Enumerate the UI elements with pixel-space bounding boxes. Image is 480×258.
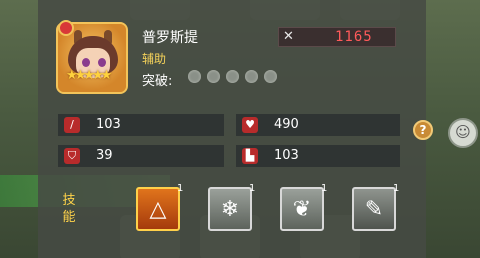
sword-icon: /	[64, 117, 80, 133]
side-menu-button[interactable]: ☺	[448, 118, 478, 148]
skill-slot-1[interactable]: △	[136, 187, 180, 231]
stat-defense: ⛉ 39	[58, 145, 224, 167]
skill-level: 1	[393, 183, 400, 194]
stat-attack: / 103	[58, 114, 224, 136]
shield-icon: ⛉	[64, 148, 80, 164]
breakthrough-dot	[245, 70, 258, 83]
star-rating: ★★★★★	[66, 68, 112, 83]
help-button[interactable]: ?	[413, 120, 433, 140]
snowflake-icon: ❄	[220, 196, 240, 222]
heart-icon: ♥	[242, 117, 258, 133]
feather-icon: ✎	[364, 196, 384, 222]
skill-level: 1	[249, 183, 256, 194]
skill-slot-4[interactable]: ✎	[352, 187, 396, 231]
stat-hp: ♥ 490	[236, 114, 400, 136]
faction-badge-icon	[58, 20, 74, 36]
skill-slot-2[interactable]: ❄	[208, 187, 252, 231]
boot-icon: ▙	[242, 148, 258, 164]
stat-hp-value: 490	[274, 117, 299, 132]
combat-power-value: 1165	[335, 29, 373, 45]
stat-attack-value: 103	[96, 117, 121, 132]
stat-speed: ▙ 103	[236, 145, 400, 167]
breakthrough-dots	[188, 70, 277, 83]
combat-power: ✕ 1165	[278, 27, 396, 47]
skill-level: 1	[177, 183, 184, 194]
breakthrough-dot	[264, 70, 277, 83]
wing-icon: ❦	[292, 196, 312, 222]
breakthrough-dot	[207, 70, 220, 83]
warning-triangle-icon: △	[149, 196, 167, 222]
hero-role: 辅助	[142, 52, 167, 66]
breakthrough-dot	[188, 70, 201, 83]
hero-name: 普罗斯提	[142, 30, 198, 46]
skill-slot-3[interactable]: ❦	[280, 187, 324, 231]
stat-defense-value: 39	[96, 148, 113, 163]
stat-speed-value: 103	[274, 148, 299, 163]
crossed-swords-icon: ✕	[283, 29, 294, 44]
skills-label: 技能	[62, 193, 76, 225]
breakthrough-dot	[226, 70, 239, 83]
skill-level: 1	[321, 183, 328, 194]
breakthrough-label: 突破:	[142, 74, 173, 89]
